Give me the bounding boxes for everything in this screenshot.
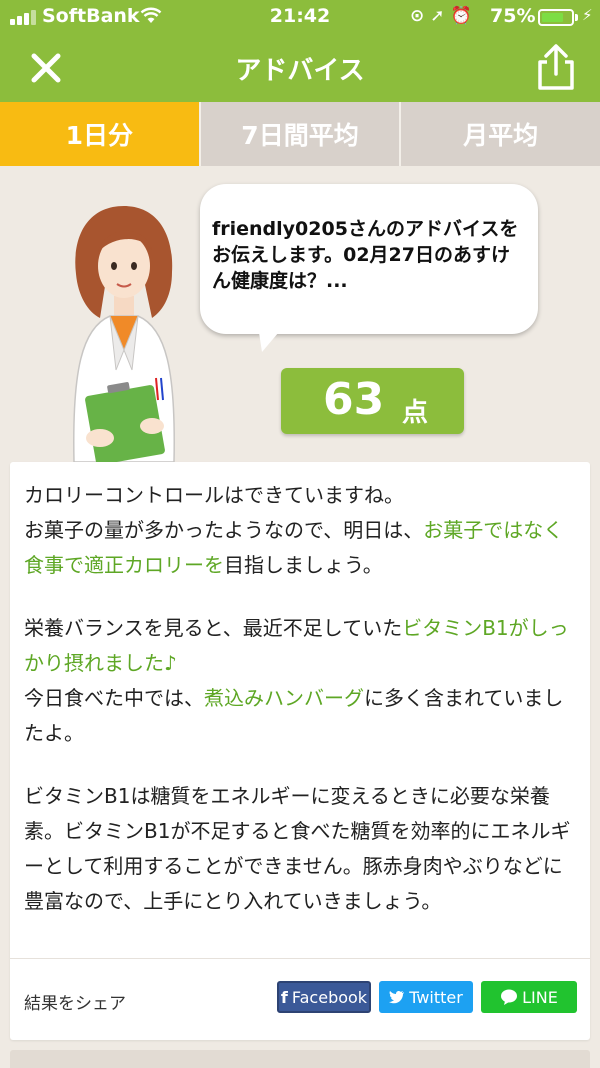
share-icon[interactable] bbox=[532, 42, 580, 92]
tab-monthly-average[interactable]: 月平均 bbox=[399, 102, 600, 166]
advice-paragraph-3: ビタミンB1は糖質をエネルギーに変えるときに必要な栄養素。ビタミンB1が不足する… bbox=[24, 784, 571, 913]
location-icon: ➚ bbox=[430, 6, 451, 26]
next-card-edge bbox=[10, 1050, 590, 1068]
tab-1day[interactable]: 1日分 bbox=[0, 102, 199, 166]
facebook-share-button[interactable]: f Facebook bbox=[277, 981, 371, 1013]
line-icon bbox=[501, 989, 518, 1005]
status-bar: SoftBank 21:42 ⊙➚⏰ 75% ⚡ bbox=[0, 0, 600, 34]
battery-icon bbox=[538, 9, 574, 26]
line-share-button[interactable]: LINE bbox=[481, 981, 577, 1013]
advice-paragraph-2: 栄養バランスを見ると、最近不足していたビタミンB1がしっかり摂れました♪ 今日食… bbox=[24, 616, 569, 745]
twitter-icon bbox=[389, 990, 405, 1004]
advice-text: カロリーコントロールはできていますね。 お菓子の量が多かったようなので、明日は、… bbox=[24, 478, 580, 947]
highlight-text: 煮込みハンバーグ bbox=[204, 686, 364, 710]
page-title: アドバイス bbox=[235, 56, 365, 86]
advice-paragraph-1: カロリーコントロールはできていますね。 お菓子の量が多かったようなので、明日は、… bbox=[24, 483, 564, 577]
health-score-badge: 63 点 bbox=[281, 368, 464, 434]
share-row: 結果をシェア f Facebook Twitter LINE bbox=[10, 958, 590, 1040]
facebook-icon: f bbox=[280, 987, 288, 1007]
alarm-icon: ⏰ bbox=[450, 6, 478, 26]
advisor-illustration bbox=[73, 206, 175, 462]
charging-icon: ⚡ bbox=[582, 6, 593, 24]
tab-7day-average[interactable]: 7日間平均 bbox=[198, 102, 400, 166]
advisor-speech-bubble: friendly0205さんのアドバイスをお伝えします。02月27日のあすけん健… bbox=[200, 184, 538, 334]
nav-bar: アドバイス bbox=[0, 34, 600, 102]
battery-fill bbox=[542, 13, 563, 22]
advice-card: カロリーコントロールはできていますね。 お菓子の量が多かったようなので、明日は、… bbox=[10, 462, 590, 1040]
score-unit: 点 bbox=[402, 398, 429, 428]
period-tabs: 1日分 7日間平均 月平均 bbox=[0, 102, 600, 166]
battery-percent: 75% bbox=[490, 5, 536, 27]
score-value: 63 bbox=[323, 374, 385, 425]
twitter-share-button[interactable]: Twitter bbox=[379, 981, 473, 1013]
speech-bubble-tail bbox=[258, 326, 284, 352]
share-label: 結果をシェア bbox=[24, 994, 126, 1014]
rotation-lock-icon: ⊙ bbox=[410, 6, 431, 26]
